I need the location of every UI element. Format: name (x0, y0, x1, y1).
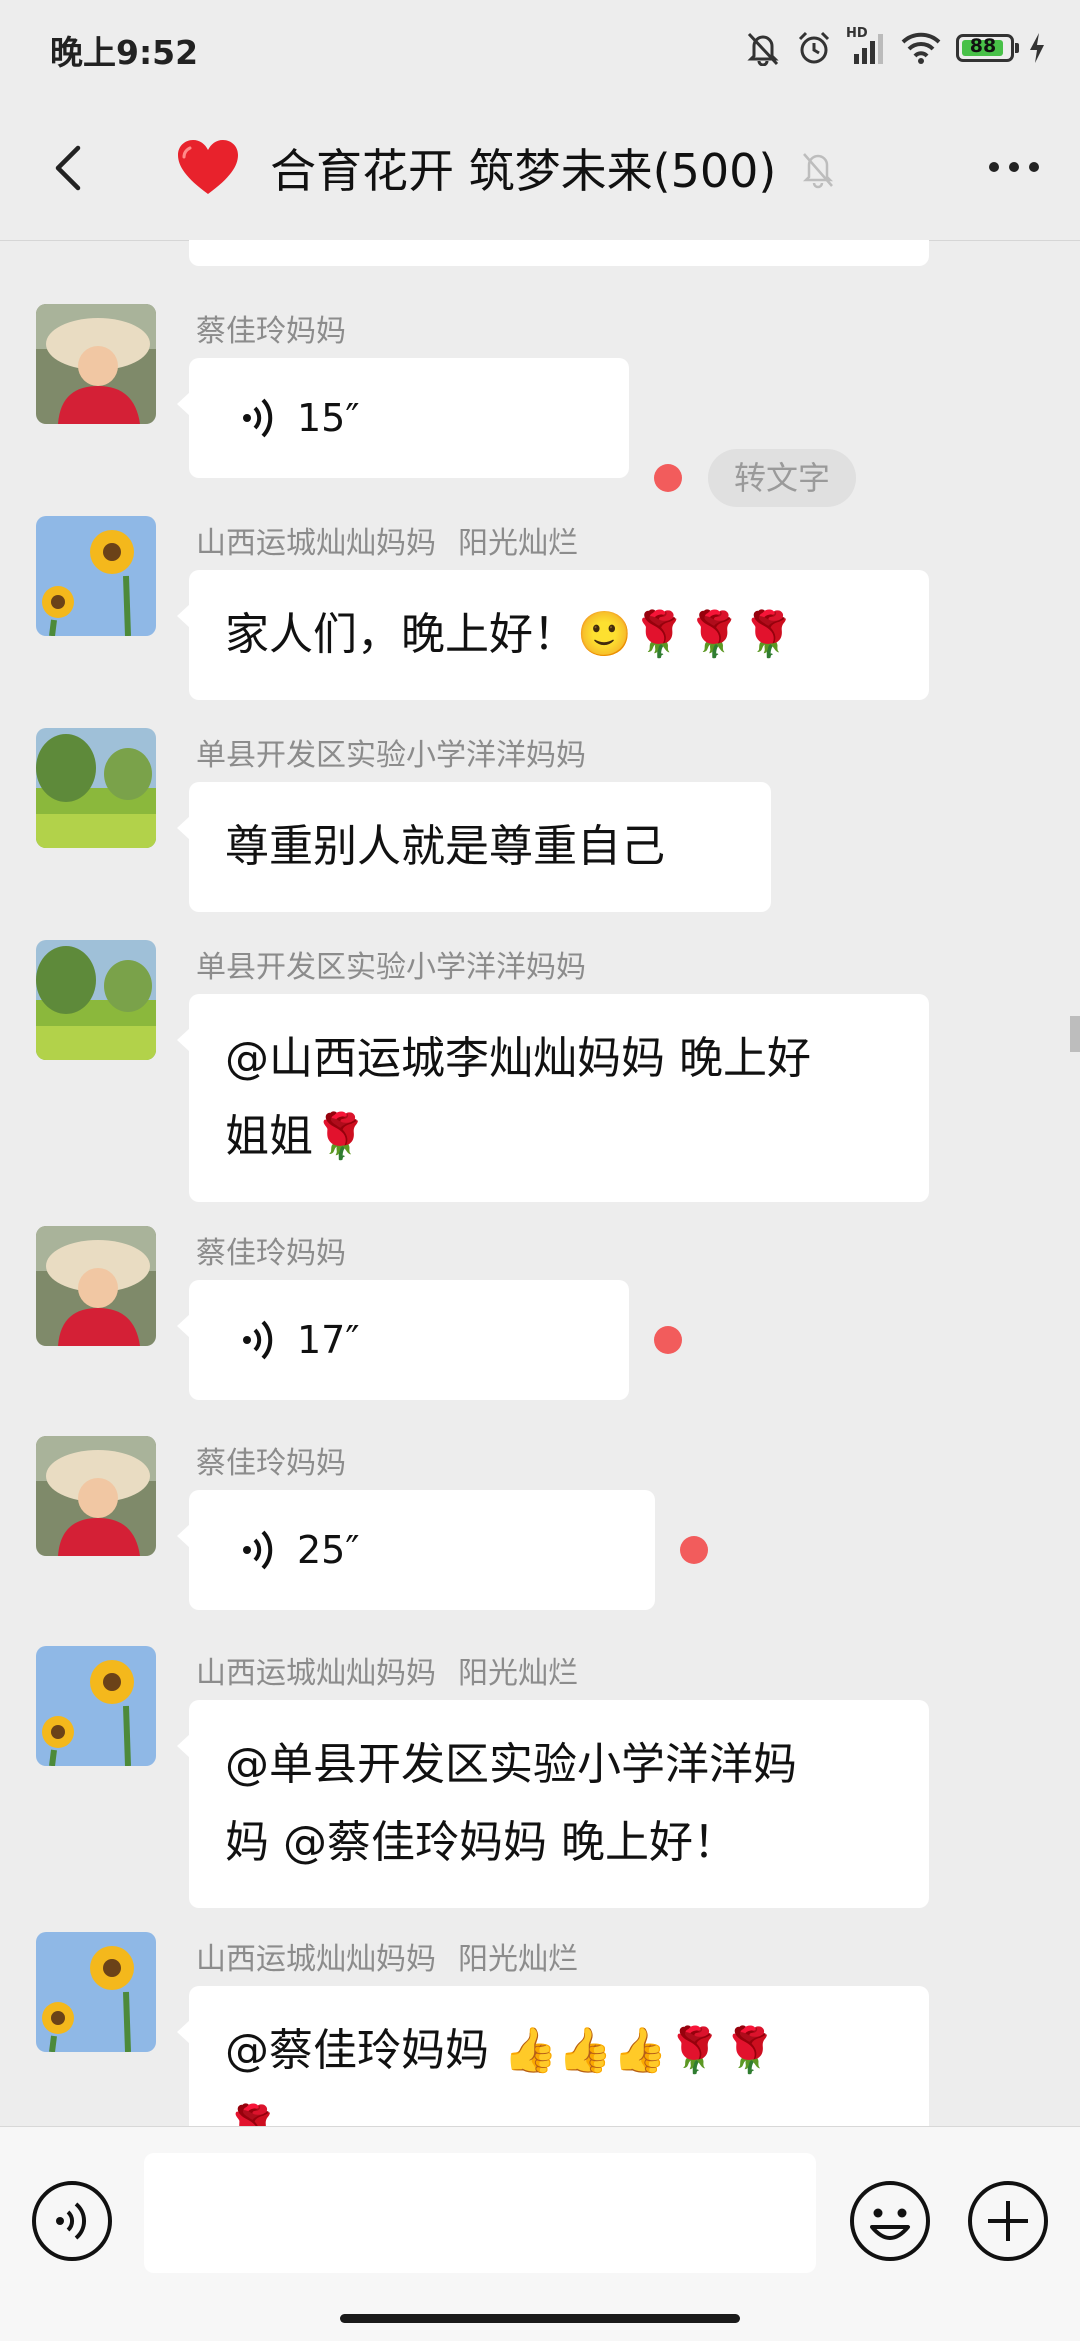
voice-wave-icon (243, 398, 273, 438)
text-message-bubble[interactable]: @山西运城李灿灿妈妈 晚上好 姐姐🌹 (177, 994, 929, 1202)
message-text-line: @单县开发区实验小学洋洋妈 (225, 1739, 797, 1790)
alarm-icon (798, 31, 830, 64)
avatar[interactable] (36, 1932, 156, 2052)
chat-message-list[interactable]: 蔡佳玲妈妈 15″ 转文字 山西运城灿灿妈妈 阳光灿烂 家人们，晚上好！🙂🌹🌹🌹 … (0, 240, 1080, 2126)
unread-dot (654, 1326, 682, 1354)
chevron-left-icon[interactable] (40, 138, 100, 198)
voice-wave-icon (243, 1320, 273, 1360)
emoji-icon[interactable] (848, 2179, 932, 2263)
charging-icon (1030, 33, 1044, 63)
scroll-indicator[interactable] (1070, 1016, 1080, 1052)
message-text-line: 🌹 (225, 2090, 893, 2126)
status-time: 晚上9:52 (50, 33, 199, 72)
text-message-bubble[interactable]: @单县开发区实验小学洋洋妈 妈 @蔡佳玲妈妈 晚上好！ (177, 1700, 929, 1908)
convert-to-text-button[interactable]: 转文字 (708, 449, 857, 507)
sender-group-tag: 阳光灿烂 (458, 1656, 578, 1691)
status-bar: 晚上9:52 HD 88 (0, 0, 1080, 96)
sender-name: 山西运城灿灿妈妈 阳光灿烂 (196, 518, 578, 562)
message-input[interactable] (144, 2153, 816, 2273)
wifi-icon (901, 32, 941, 64)
chat-title: 合育花开 筑梦未来(500) (270, 144, 777, 198)
message-text-line: 妈 @蔡佳玲妈妈 晚上好！ (225, 1817, 737, 1868)
voice-message-bubble[interactable]: 15″ (177, 358, 629, 478)
avatar[interactable] (36, 516, 156, 636)
sender-group-tag: 阳光灿烂 (458, 526, 578, 561)
chat-header: 合育花开 筑梦未来(500) (0, 96, 1080, 241)
mute-bell-icon (803, 153, 834, 189)
avatar[interactable] (36, 1226, 156, 1346)
home-indicator[interactable] (340, 2314, 740, 2323)
battery-level: 88 (969, 35, 997, 57)
sender-nickname: 山西运城灿灿妈妈 (196, 1656, 436, 1691)
text-message-bubble[interactable]: @蔡佳玲妈妈 👍👍👍🌹🌹 🌹 (177, 1986, 929, 2126)
avatar[interactable] (36, 1646, 156, 1766)
voice-duration: 15″ (297, 396, 360, 440)
previous-message-bubble (189, 240, 929, 266)
sender-name: 蔡佳玲妈妈 (196, 1446, 346, 1481)
avatar[interactable] (36, 940, 156, 1060)
sender-name: 山西运城灿灿妈妈 阳光灿烂 (196, 1648, 578, 1692)
mute-bell-icon (747, 32, 779, 66)
text-message-bubble[interactable]: 尊重别人就是尊重自己 (177, 782, 771, 912)
sender-name: 山西运城灿灿妈妈 阳光灿烂 (196, 1934, 578, 1978)
unread-dot (654, 464, 682, 492)
voice-message-bubble[interactable]: 25″ (177, 1490, 655, 1610)
message-text-line: @山西运城李灿灿妈妈 晚上好 (225, 1033, 811, 1084)
heart-icon (178, 140, 238, 194)
text-message-bubble[interactable]: 家人们，晚上好！🙂🌹🌹🌹 (177, 570, 929, 700)
chat-input-bar (0, 2126, 1080, 2341)
battery-icon: 88 (956, 34, 1019, 62)
message-text: 尊重别人就是尊重自己 (225, 821, 665, 872)
voice-duration: 25″ (297, 1528, 360, 1572)
sender-nickname: 山西运城灿灿妈妈 (196, 1942, 436, 1977)
voice-input-icon[interactable] (30, 2179, 114, 2263)
unread-dot (680, 1536, 708, 1564)
avatar[interactable] (36, 728, 156, 848)
sender-name: 单县开发区实验小学洋洋妈妈 (196, 738, 586, 773)
plus-icon[interactable] (966, 2179, 1050, 2263)
voice-message-bubble[interactable]: 17″ (177, 1280, 629, 1400)
message-text-line: @蔡佳玲妈妈 👍👍👍🌹🌹 (225, 2025, 777, 2076)
sender-nickname: 山西运城灿灿妈妈 (196, 526, 436, 561)
message-text: 家人们，晚上好！🙂🌹🌹🌹 (225, 609, 797, 660)
sender-name: 蔡佳玲妈妈 (196, 1236, 346, 1271)
chat-title-group: 合育花开 筑梦未来(500) (176, 136, 838, 200)
voice-duration: 17″ (297, 1318, 360, 1362)
more-dots-icon[interactable] (984, 152, 1044, 182)
voice-wave-icon (243, 1530, 273, 1570)
signal-icon: HD (846, 26, 886, 66)
message-text-line: 姐姐🌹 (225, 1111, 368, 1162)
sender-name: 蔡佳玲妈妈 (196, 314, 346, 349)
sender-group-tag: 阳光灿烂 (458, 1942, 578, 1977)
sender-name: 单县开发区实验小学洋洋妈妈 (196, 950, 586, 985)
avatar[interactable] (36, 304, 156, 424)
avatar[interactable] (36, 1436, 156, 1556)
status-icons: HD 88 (744, 26, 1046, 68)
